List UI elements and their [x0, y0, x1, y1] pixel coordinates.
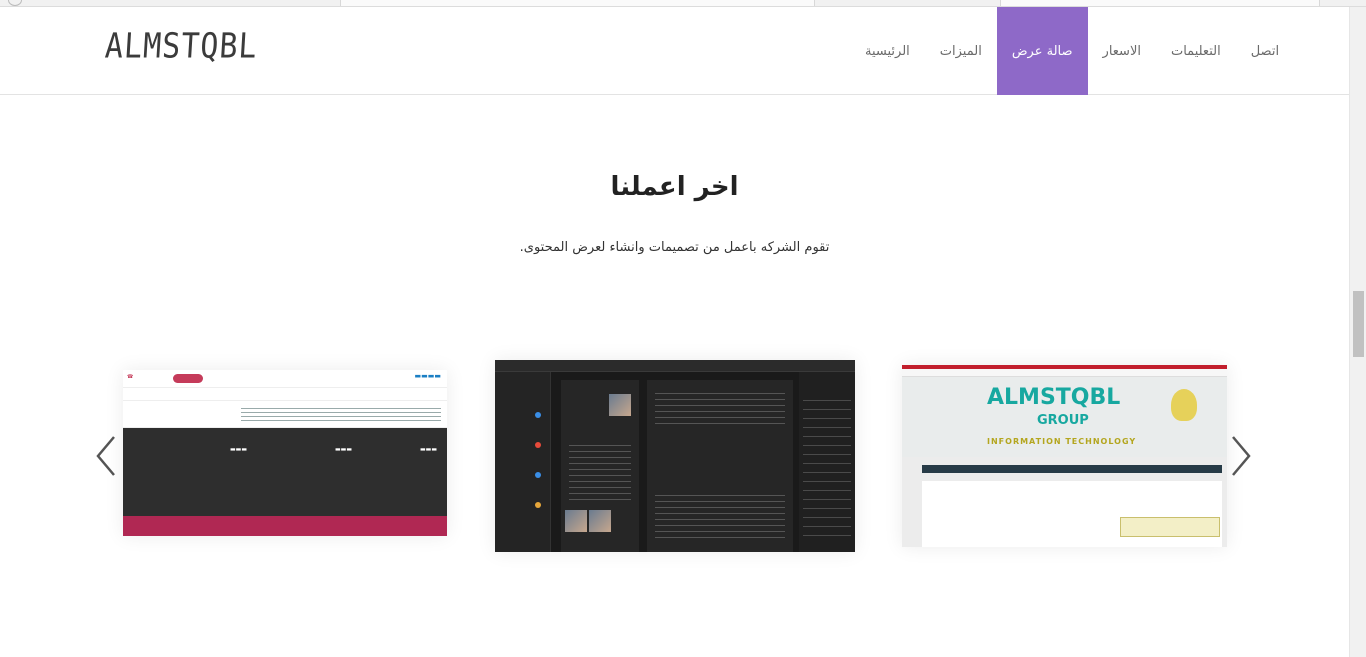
main-nav: الرئيسية الميزات صالة عرض الاسعار التعلي…: [850, 7, 1294, 95]
slide-hero: ALMSTQBL GROUP INFORMATION TECHNOLOGY: [902, 377, 1227, 457]
slide-photo: [565, 510, 587, 532]
slide-logo-sub: GROUP: [1037, 413, 1089, 428]
slide-content: [922, 481, 1222, 547]
slide-footer-col: ▬▬▬: [419, 446, 437, 453]
chevron-left-icon: [96, 436, 115, 476]
portfolio-carousel: ☎ ▬▬▬▬ ▬▬▬ ▬▬▬ ▬▬▬ ALMSTQBL GROUP INFORM…: [90, 355, 1255, 555]
slide-topbar: [495, 360, 855, 372]
nav-item-features[interactable]: الميزات: [925, 7, 997, 95]
chevron-right-icon: [1232, 436, 1251, 476]
slide-button: [173, 374, 203, 383]
slide-photo: [609, 394, 631, 416]
slide-window-bar: [902, 365, 1227, 377]
browser-tab-strip: [0, 0, 1366, 7]
site-logo[interactable]: ALMSTQBL: [104, 26, 259, 66]
nav-item-pricing[interactable]: الاسعار: [1088, 7, 1156, 95]
nav-item-contact[interactable]: الرئيسية: [850, 7, 925, 95]
slide-column: [561, 380, 639, 552]
carousel-next-button[interactable]: [1225, 433, 1255, 479]
slide-navbar: [922, 465, 1222, 473]
slide-feed: [647, 380, 793, 552]
browser-tab[interactable]: [340, 0, 815, 6]
slide-right-menu: [799, 372, 855, 552]
carousel-prev-button[interactable]: [92, 433, 122, 479]
slide-footer-col: ▬▬▬: [334, 446, 352, 453]
nav-item-instructions[interactable]: التعليمات: [1156, 7, 1236, 95]
slide-logo-tagline: INFORMATION TECHNOLOGY: [987, 437, 1137, 446]
lightbulb-icon: [1171, 389, 1197, 421]
slide-footer-bar: [123, 516, 447, 536]
portfolio-slide-social-app[interactable]: [495, 360, 855, 552]
slide-footer-col: ▬▬▬: [229, 446, 247, 453]
nav-item-home[interactable]: اتصل: [1236, 7, 1294, 95]
slide-text-lines: [655, 388, 785, 428]
scrollbar-thumb[interactable]: [1353, 291, 1364, 357]
online-dot: [535, 472, 541, 478]
section-subtitle: .تقوم الشركه باعمل من تصميمات وانشاء لعر…: [519, 240, 830, 255]
slide-navbar: [123, 387, 447, 401]
nav-item-gallery[interactable]: صالة عرض: [996, 7, 1088, 95]
portfolio-slide-school[interactable]: ☎ ▬▬▬▬ ▬▬▬ ▬▬▬ ▬▬▬: [123, 370, 447, 536]
slide-text-lines: [803, 392, 851, 542]
online-dot: [535, 442, 541, 448]
slide-brand: ▬▬▬▬: [414, 372, 441, 380]
online-dot: [535, 412, 541, 418]
slide-photo: [589, 510, 611, 532]
slide-logo-text: ALMSTQBL: [987, 385, 1121, 410]
slide-text-lines: [241, 405, 441, 421]
site-header: ALMSTQBL الرئيسية الميزات صالة عرض الاسع…: [0, 7, 1349, 95]
section-title: اخر اعملنا: [610, 172, 739, 202]
slide-text-lines: [655, 490, 785, 540]
portfolio-slide-almstqbl[interactable]: ALMSTQBL GROUP INFORMATION TECHNOLOGY: [902, 365, 1227, 547]
page-scrollbar[interactable]: [1349, 7, 1366, 657]
slide-notice: [1120, 517, 1220, 537]
browser-tab[interactable]: [1000, 0, 1320, 6]
slide-text-lines: [569, 440, 631, 500]
slide-sidebar: [495, 372, 551, 552]
phone-text: ☎: [127, 374, 134, 380]
browser-icon: [8, 0, 22, 6]
online-dot: [535, 502, 541, 508]
slide-footer: ▬▬▬ ▬▬▬ ▬▬▬: [123, 428, 447, 516]
